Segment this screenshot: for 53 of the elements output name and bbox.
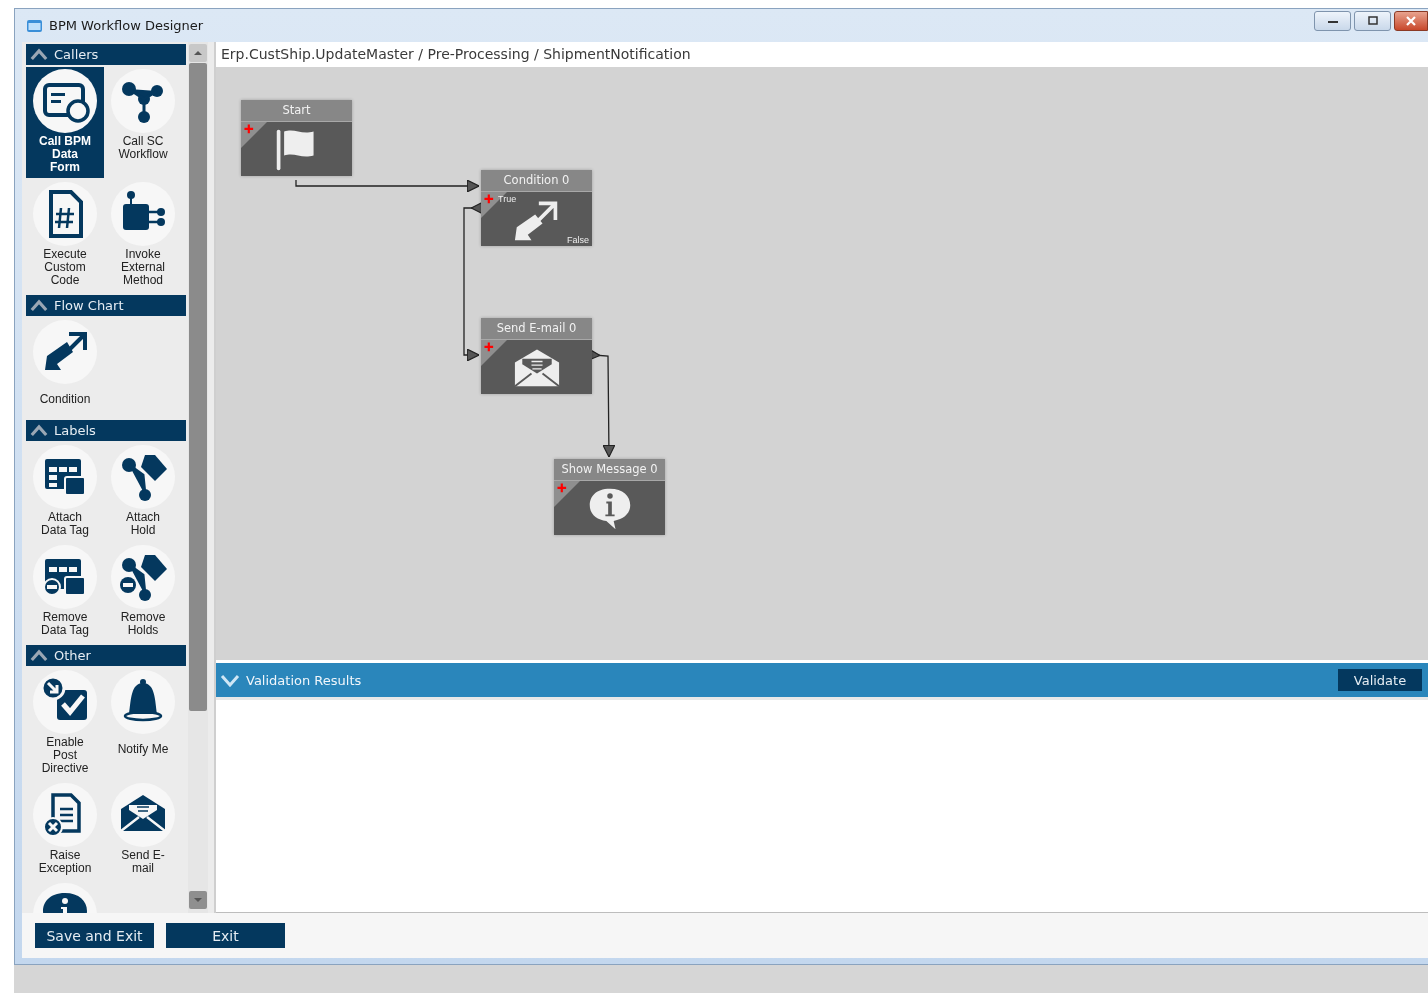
palette-item[interactable]: Send E- mail [104, 781, 182, 879]
palette-item[interactable]: Call BPM Data Form [26, 67, 104, 178]
footer-button[interactable]: Exit [166, 923, 285, 948]
diagonal-arrows-icon [33, 320, 97, 384]
maximize-button[interactable] [1354, 11, 1391, 31]
panel-title: Validation Results [246, 672, 362, 688]
node-title: Start [241, 100, 352, 122]
palette-item[interactable]: Attach Data Tag [26, 443, 104, 541]
tag-icon [111, 445, 175, 509]
hash-document-icon [33, 182, 97, 246]
palette-item[interactable]: Notify Me [104, 668, 182, 779]
node-title: Show Message 0 [554, 459, 665, 481]
scrollbar-thumb[interactable] [189, 63, 207, 711]
section-header[interactable]: Callers [26, 44, 186, 65]
scroll-up-button[interactable] [189, 44, 207, 62]
plus-icon [241, 122, 267, 148]
palette-item[interactable]: Execute Custom Code [26, 180, 104, 291]
nodes-icon [111, 69, 175, 133]
port-label: False [567, 235, 589, 245]
tag-minus-icon [111, 545, 175, 609]
plus-icon [481, 340, 507, 366]
palette-item[interactable]: Remove Holds [104, 543, 182, 641]
plus-icon [554, 481, 580, 507]
node-title: Condition 0 [481, 170, 592, 192]
palette-item[interactable]: Invoke External Method [104, 180, 182, 291]
palette-item[interactable]: Attach Hold [104, 443, 182, 541]
bell-icon [111, 670, 175, 734]
close-button[interactable] [1394, 11, 1428, 31]
chevron-down-icon[interactable] [220, 673, 240, 687]
minimize-button[interactable] [1314, 11, 1351, 31]
box-connector-icon [111, 182, 175, 246]
palette-item[interactable]: Raise Exception [26, 781, 104, 879]
envelope-icon [111, 783, 175, 847]
node-title: Send E-mail 0 [481, 318, 592, 340]
section-header[interactable]: Flow Chart [26, 295, 186, 316]
document-x-icon [33, 783, 97, 847]
table-minus-icon [33, 545, 97, 609]
table-icon [33, 445, 97, 509]
window-title: BPM Workflow Designer [49, 18, 204, 33]
checkmark-icon [33, 670, 97, 734]
footer-button[interactable]: Save and Exit [35, 923, 154, 948]
palette-item[interactable]: Call SC Workflow [104, 67, 182, 178]
scrollbar[interactable] [188, 42, 208, 913]
scroll-down-button[interactable] [189, 891, 207, 909]
palette-item[interactable]: Remove Data Tag [26, 543, 104, 641]
window-icon [26, 18, 43, 33]
form-icon [33, 69, 97, 133]
palette-item[interactable]: Condition [26, 318, 104, 416]
section-header[interactable]: Labels [26, 420, 186, 441]
section-header[interactable]: Other [26, 645, 186, 666]
validate-button[interactable]: Validate [1338, 669, 1422, 691]
port-label: True [498, 194, 517, 204]
palette-item[interactable]: Enable Post Directive [26, 668, 104, 779]
